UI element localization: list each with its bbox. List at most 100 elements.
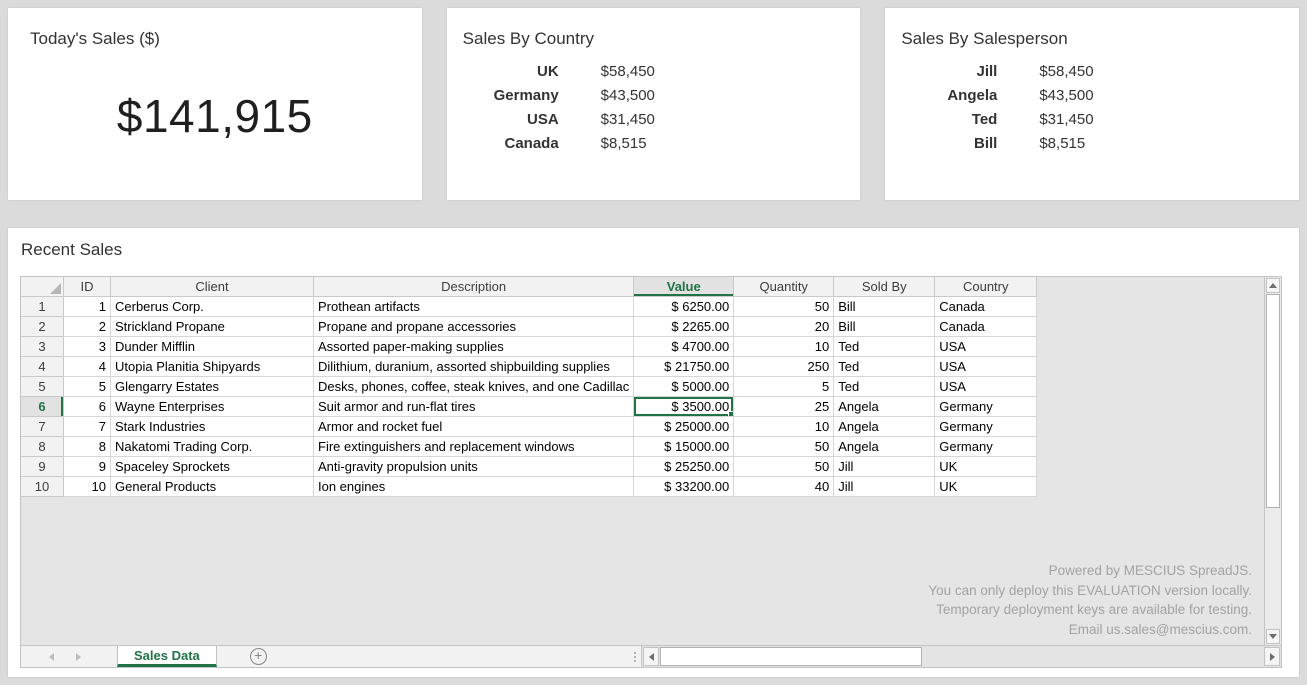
row-header[interactable]: 3	[21, 337, 64, 357]
cell-id[interactable]: 3	[64, 337, 111, 357]
column-header-quantity[interactable]: Quantity	[734, 277, 834, 297]
scroll-right-button[interactable]	[1264, 647, 1280, 666]
horizontal-scrollbar-thumb[interactable]	[660, 647, 922, 666]
cell-id[interactable]: 8	[64, 437, 111, 457]
next-sheet-button[interactable]	[76, 653, 81, 661]
cell-id[interactable]: 6	[64, 397, 111, 417]
cell-description[interactable]: Desks, phones, coffee, steak knives, and…	[314, 377, 634, 397]
cell-id[interactable]: 4	[64, 357, 111, 377]
tab-strip-resize-handle[interactable]	[629, 646, 641, 667]
cell-value[interactable]: $ 5000.00	[634, 377, 734, 397]
cell-id[interactable]: 5	[64, 377, 111, 397]
cell-client[interactable]: Nakatomi Trading Corp.	[111, 437, 314, 457]
vertical-scrollbar-thumb[interactable]	[1266, 294, 1280, 508]
cell-value[interactable]: $ 6250.00	[634, 297, 734, 317]
cell-country[interactable]: USA	[935, 357, 1037, 377]
active-cell[interactable]: $ 3500.00	[634, 397, 734, 417]
spreadsheet-viewport[interactable]: ID Client Description Value Quantity Sol…	[21, 277, 1264, 645]
cell-country[interactable]: Canada	[935, 297, 1037, 317]
row-header[interactable]: 9	[21, 457, 64, 477]
cell-id[interactable]: 1	[64, 297, 111, 317]
row-header[interactable]: 7	[21, 417, 64, 437]
cell-quantity[interactable]: 10	[734, 337, 834, 357]
cell-quantity[interactable]: 50	[734, 457, 834, 477]
cell-client[interactable]: Dunder Mifflin	[111, 337, 314, 357]
cell-country[interactable]: Canada	[935, 317, 1037, 337]
horizontal-scrollbar-track[interactable]	[922, 646, 1263, 667]
cell-sold-by[interactable]: Jill	[834, 477, 935, 497]
cell-sold-by[interactable]: Ted	[834, 357, 935, 377]
cell-id[interactable]: 7	[64, 417, 111, 437]
cell-country[interactable]: Germany	[935, 417, 1037, 437]
cell-description[interactable]: Ion engines	[314, 477, 634, 497]
column-header-id[interactable]: ID	[64, 277, 111, 297]
cell-client[interactable]: Strickland Propane	[111, 317, 314, 337]
row-header[interactable]: 2	[21, 317, 64, 337]
cell-value[interactable]: $ 21750.00	[634, 357, 734, 377]
cell-country[interactable]: Germany	[935, 437, 1037, 457]
add-sheet-button[interactable]: +	[250, 648, 267, 665]
cell-quantity[interactable]: 50	[734, 297, 834, 317]
cell-client[interactable]: Spaceley Sprockets	[111, 457, 314, 477]
cell-sold-by[interactable]: Angela	[834, 417, 935, 437]
row-header-active[interactable]: 6	[21, 397, 64, 417]
cell-value[interactable]: $ 25250.00	[634, 457, 734, 477]
cell-description[interactable]: Assorted paper-making supplies	[314, 337, 634, 357]
cell-description[interactable]: Anti-gravity propulsion units	[314, 457, 634, 477]
cell-sold-by[interactable]: Ted	[834, 337, 935, 357]
prev-sheet-button[interactable]	[49, 653, 54, 661]
select-all-corner[interactable]	[21, 277, 64, 297]
cell-client[interactable]: Cerberus Corp.	[111, 297, 314, 317]
cell-id[interactable]: 10	[64, 477, 111, 497]
cell-value[interactable]: $ 33200.00	[634, 477, 734, 497]
cell-client[interactable]: Glengarry Estates	[111, 377, 314, 397]
cell-description[interactable]: Suit armor and run-flat tires	[314, 397, 634, 417]
cell-value[interactable]: $ 15000.00	[634, 437, 734, 457]
cell-country[interactable]: UK	[935, 457, 1037, 477]
cell-quantity[interactable]: 40	[734, 477, 834, 497]
column-header-description[interactable]: Description	[314, 277, 634, 297]
cell-quantity[interactable]: 20	[734, 317, 834, 337]
cell-country[interactable]: USA	[935, 377, 1037, 397]
row-header[interactable]: 1	[21, 297, 64, 317]
cell-description[interactable]: Fire extinguishers and replacement windo…	[314, 437, 634, 457]
cell-sold-by[interactable]: Bill	[834, 297, 935, 317]
cell-client[interactable]: General Products	[111, 477, 314, 497]
scroll-up-button[interactable]	[1266, 278, 1280, 293]
row-header[interactable]: 10	[21, 477, 64, 497]
row-header[interactable]: 4	[21, 357, 64, 377]
cell-client[interactable]: Wayne Enterprises	[111, 397, 314, 417]
row-header[interactable]: 5	[21, 377, 64, 397]
cell-quantity[interactable]: 10	[734, 417, 834, 437]
cell-id[interactable]: 9	[64, 457, 111, 477]
scroll-left-button[interactable]	[643, 647, 659, 666]
column-header-client[interactable]: Client	[111, 277, 314, 297]
vertical-scrollbar-track[interactable]	[1265, 508, 1281, 628]
cell-client[interactable]: Stark Industries	[111, 417, 314, 437]
cell-quantity[interactable]: 250	[734, 357, 834, 377]
cell-quantity[interactable]: 5	[734, 377, 834, 397]
cell-value[interactable]: $ 25000.00	[634, 417, 734, 437]
cell-value[interactable]: $ 4700.00	[634, 337, 734, 357]
cell-country[interactable]: USA	[935, 337, 1037, 357]
cell-client[interactable]: Utopia Planitia Shipyards	[111, 357, 314, 377]
column-header-country[interactable]: Country	[935, 277, 1037, 297]
cell-description[interactable]: Prothean artifacts	[314, 297, 634, 317]
cell-quantity[interactable]: 25	[734, 397, 834, 417]
cell-sold-by[interactable]: Jill	[834, 457, 935, 477]
column-header-value[interactable]: Value	[634, 277, 734, 297]
cell-id[interactable]: 2	[64, 317, 111, 337]
horizontal-scrollbar[interactable]	[641, 646, 1281, 667]
cell-description[interactable]: Propane and propane accessories	[314, 317, 634, 337]
scroll-down-button[interactable]	[1266, 629, 1280, 644]
sheet-tab-sales-data[interactable]: Sales Data	[117, 646, 217, 667]
cell-sold-by[interactable]: Angela	[834, 397, 935, 417]
cell-quantity[interactable]: 50	[734, 437, 834, 457]
cell-sold-by[interactable]: Ted	[834, 377, 935, 397]
row-header[interactable]: 8	[21, 437, 64, 457]
cell-country[interactable]: Germany	[935, 397, 1037, 417]
cell-sold-by[interactable]: Angela	[834, 437, 935, 457]
cell-country[interactable]: UK	[935, 477, 1037, 497]
column-header-sold-by[interactable]: Sold By	[834, 277, 935, 297]
cell-sold-by[interactable]: Bill	[834, 317, 935, 337]
